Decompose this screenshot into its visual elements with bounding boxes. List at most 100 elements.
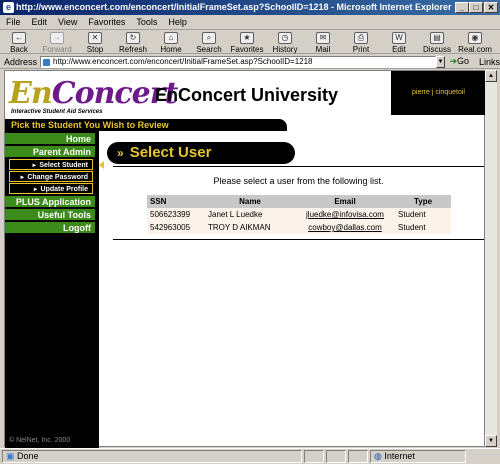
scroll-down-button[interactable]: ▼ (485, 435, 497, 447)
window-title-bar: http://www.enconcert.com/enconcert/Initi… (0, 0, 500, 15)
divider (113, 166, 484, 167)
menu-bar: File Edit View Favorites Tools Help (0, 15, 500, 30)
col-type: Type (395, 195, 451, 208)
cell-name: Janet L Luedke (205, 208, 295, 221)
arrow-right-icon: ► (19, 175, 26, 181)
links-button[interactable]: Links (479, 57, 500, 67)
home-icon: ⌂ (164, 32, 178, 44)
cell-name: TROY D AIKMAN (205, 221, 295, 234)
arrow-right-icon: ► (32, 187, 39, 193)
edit-button[interactable]: W Edit (380, 31, 418, 54)
users-table: SSN Name Email Type 506623399 Janet L Lu… (147, 195, 451, 234)
stop-icon: ✕ (88, 32, 102, 44)
page-viewport: EnConcert Interactive Student Aid Servic… (4, 70, 486, 448)
arrow-right-icon: ► (31, 163, 38, 169)
table-header-row: SSN Name Email Type (147, 195, 451, 208)
page-icon: ▣ (6, 451, 15, 461)
search-icon: ⌕ (202, 32, 216, 44)
menu-help[interactable]: Help (168, 17, 187, 27)
copyright: © NelNet, Inc. 2000 (9, 437, 71, 444)
close-button[interactable]: ✕ (484, 2, 498, 13)
menu-edit[interactable]: Edit (32, 17, 48, 27)
cell-type: Student (395, 221, 451, 234)
section-header: » Select User (107, 142, 295, 164)
stop-button[interactable]: ✕ Stop (76, 31, 114, 54)
vertical-scrollbar[interactable]: ▲ ▼ (485, 70, 497, 447)
window-title: http://www.enconcert.com/enconcert/Initi… (16, 2, 452, 12)
edit-icon: W (392, 32, 406, 44)
nav-plus-application[interactable]: PLUS Application (5, 196, 95, 208)
history-icon: ◷ (278, 32, 292, 44)
print-icon: ⎙ (354, 32, 368, 44)
selected-indicator-icon (99, 161, 104, 169)
university-name: EnConcert University (155, 85, 339, 105)
ie-icon: e (3, 2, 14, 13)
favorites-icon: ★ (240, 32, 254, 44)
instructions-text: Please select a user from the following … (213, 176, 384, 186)
double-chevron-icon: » (117, 146, 124, 160)
favorites-button[interactable]: ★ Favorites (228, 31, 266, 54)
discuss-icon: ▤ (430, 32, 444, 44)
search-button[interactable]: ⌕ Search (190, 31, 228, 54)
col-name: Name (205, 195, 295, 208)
col-email: Email (295, 195, 395, 208)
nav-home[interactable]: Home (5, 133, 95, 145)
address-input[interactable]: http://www.enconcert.com/enconcert/Initi… (40, 55, 436, 68)
table-row[interactable]: 542963005 TROY D AIKMAN cowboy@dallas.co… (147, 221, 451, 234)
mail-icon: ✉ (316, 32, 330, 44)
back-icon: ← (12, 32, 26, 44)
refresh-icon: ↻ (126, 32, 140, 44)
go-label: Go (456, 56, 469, 66)
refresh-button[interactable]: ↻ Refresh (114, 31, 152, 54)
go-button[interactable]: ➜Go (449, 56, 469, 67)
realcom-button[interactable]: ◉ Real.com (456, 31, 494, 54)
go-icon: ➜ (449, 56, 457, 66)
col-ssn: SSN (147, 195, 205, 208)
print-button[interactable]: ⎙ Print (342, 31, 380, 54)
address-bar: Address http://www.enconcert.com/enconce… (0, 55, 500, 69)
menu-file[interactable]: File (6, 17, 21, 27)
status-bar: ▣ Done ◍ Internet (0, 448, 500, 464)
nav-useful-tools[interactable]: Useful Tools (5, 209, 95, 221)
nav-logoff[interactable]: Logoff (5, 222, 95, 234)
cell-type: Student (395, 208, 451, 221)
browser-toolbar: ← Back → Forward ✕ Stop ↻ Refresh ⌂ Home ⌕ Sea… (0, 31, 500, 54)
table-row[interactable]: 506623399 Janet L Luedke jluedke@infovis… (147, 208, 451, 221)
status-pane (304, 450, 324, 463)
logo-tagline: Interactive Student Aid Services (11, 109, 103, 115)
email-link[interactable]: cowboy@dallas.com (308, 223, 381, 232)
zone-indicator: ◍ Internet (370, 450, 466, 463)
cell-ssn: 506623399 (147, 208, 205, 221)
logo-brand-a: En (9, 76, 53, 111)
instruction-banner: Pick the Student You Wish to Review (5, 119, 287, 131)
menu-view[interactable]: View (58, 17, 77, 27)
divider (113, 239, 484, 240)
address-label: Address (4, 56, 38, 67)
back-button[interactable]: ← Back (0, 31, 38, 54)
home-button[interactable]: ⌂ Home (152, 31, 190, 54)
current-user-box: pierre j cinquetoil (391, 71, 486, 115)
section-title: Select User (129, 144, 212, 161)
scroll-up-button[interactable]: ▲ (485, 70, 497, 82)
status-pane (326, 450, 346, 463)
address-dropdown-button[interactable]: ▼ (435, 55, 446, 68)
status-pane (348, 450, 368, 463)
minimize-button[interactable]: _ (455, 2, 469, 13)
menu-tools[interactable]: Tools (136, 17, 157, 27)
current-user: pierre j cinquetoil (412, 89, 465, 96)
history-button[interactable]: ◷ History (266, 31, 304, 54)
realcom-icon: ◉ (468, 32, 482, 44)
forward-button[interactable]: → Forward (38, 31, 76, 54)
maximize-button[interactable]: □ (469, 2, 483, 13)
discuss-button[interactable]: ▤ Discuss (418, 31, 456, 54)
nav-update-profile[interactable]: ► Update Profile (9, 183, 93, 194)
nav-change-password[interactable]: ► Change Password (9, 171, 93, 182)
status-text: ▣ Done (2, 450, 302, 463)
sidebar-nav: Home Parent Admin ► Select Student ► Chang… (5, 131, 99, 448)
nav-parent-admin[interactable]: Parent Admin (5, 146, 95, 158)
enconcert-logo: EnConcert (9, 76, 178, 111)
nav-select-student[interactable]: ► Select Student (9, 159, 93, 170)
mail-button[interactable]: ✉ Mail (304, 31, 342, 54)
email-link[interactable]: jluedke@infovisa.com (306, 210, 384, 219)
menu-favorites[interactable]: Favorites (88, 17, 125, 27)
